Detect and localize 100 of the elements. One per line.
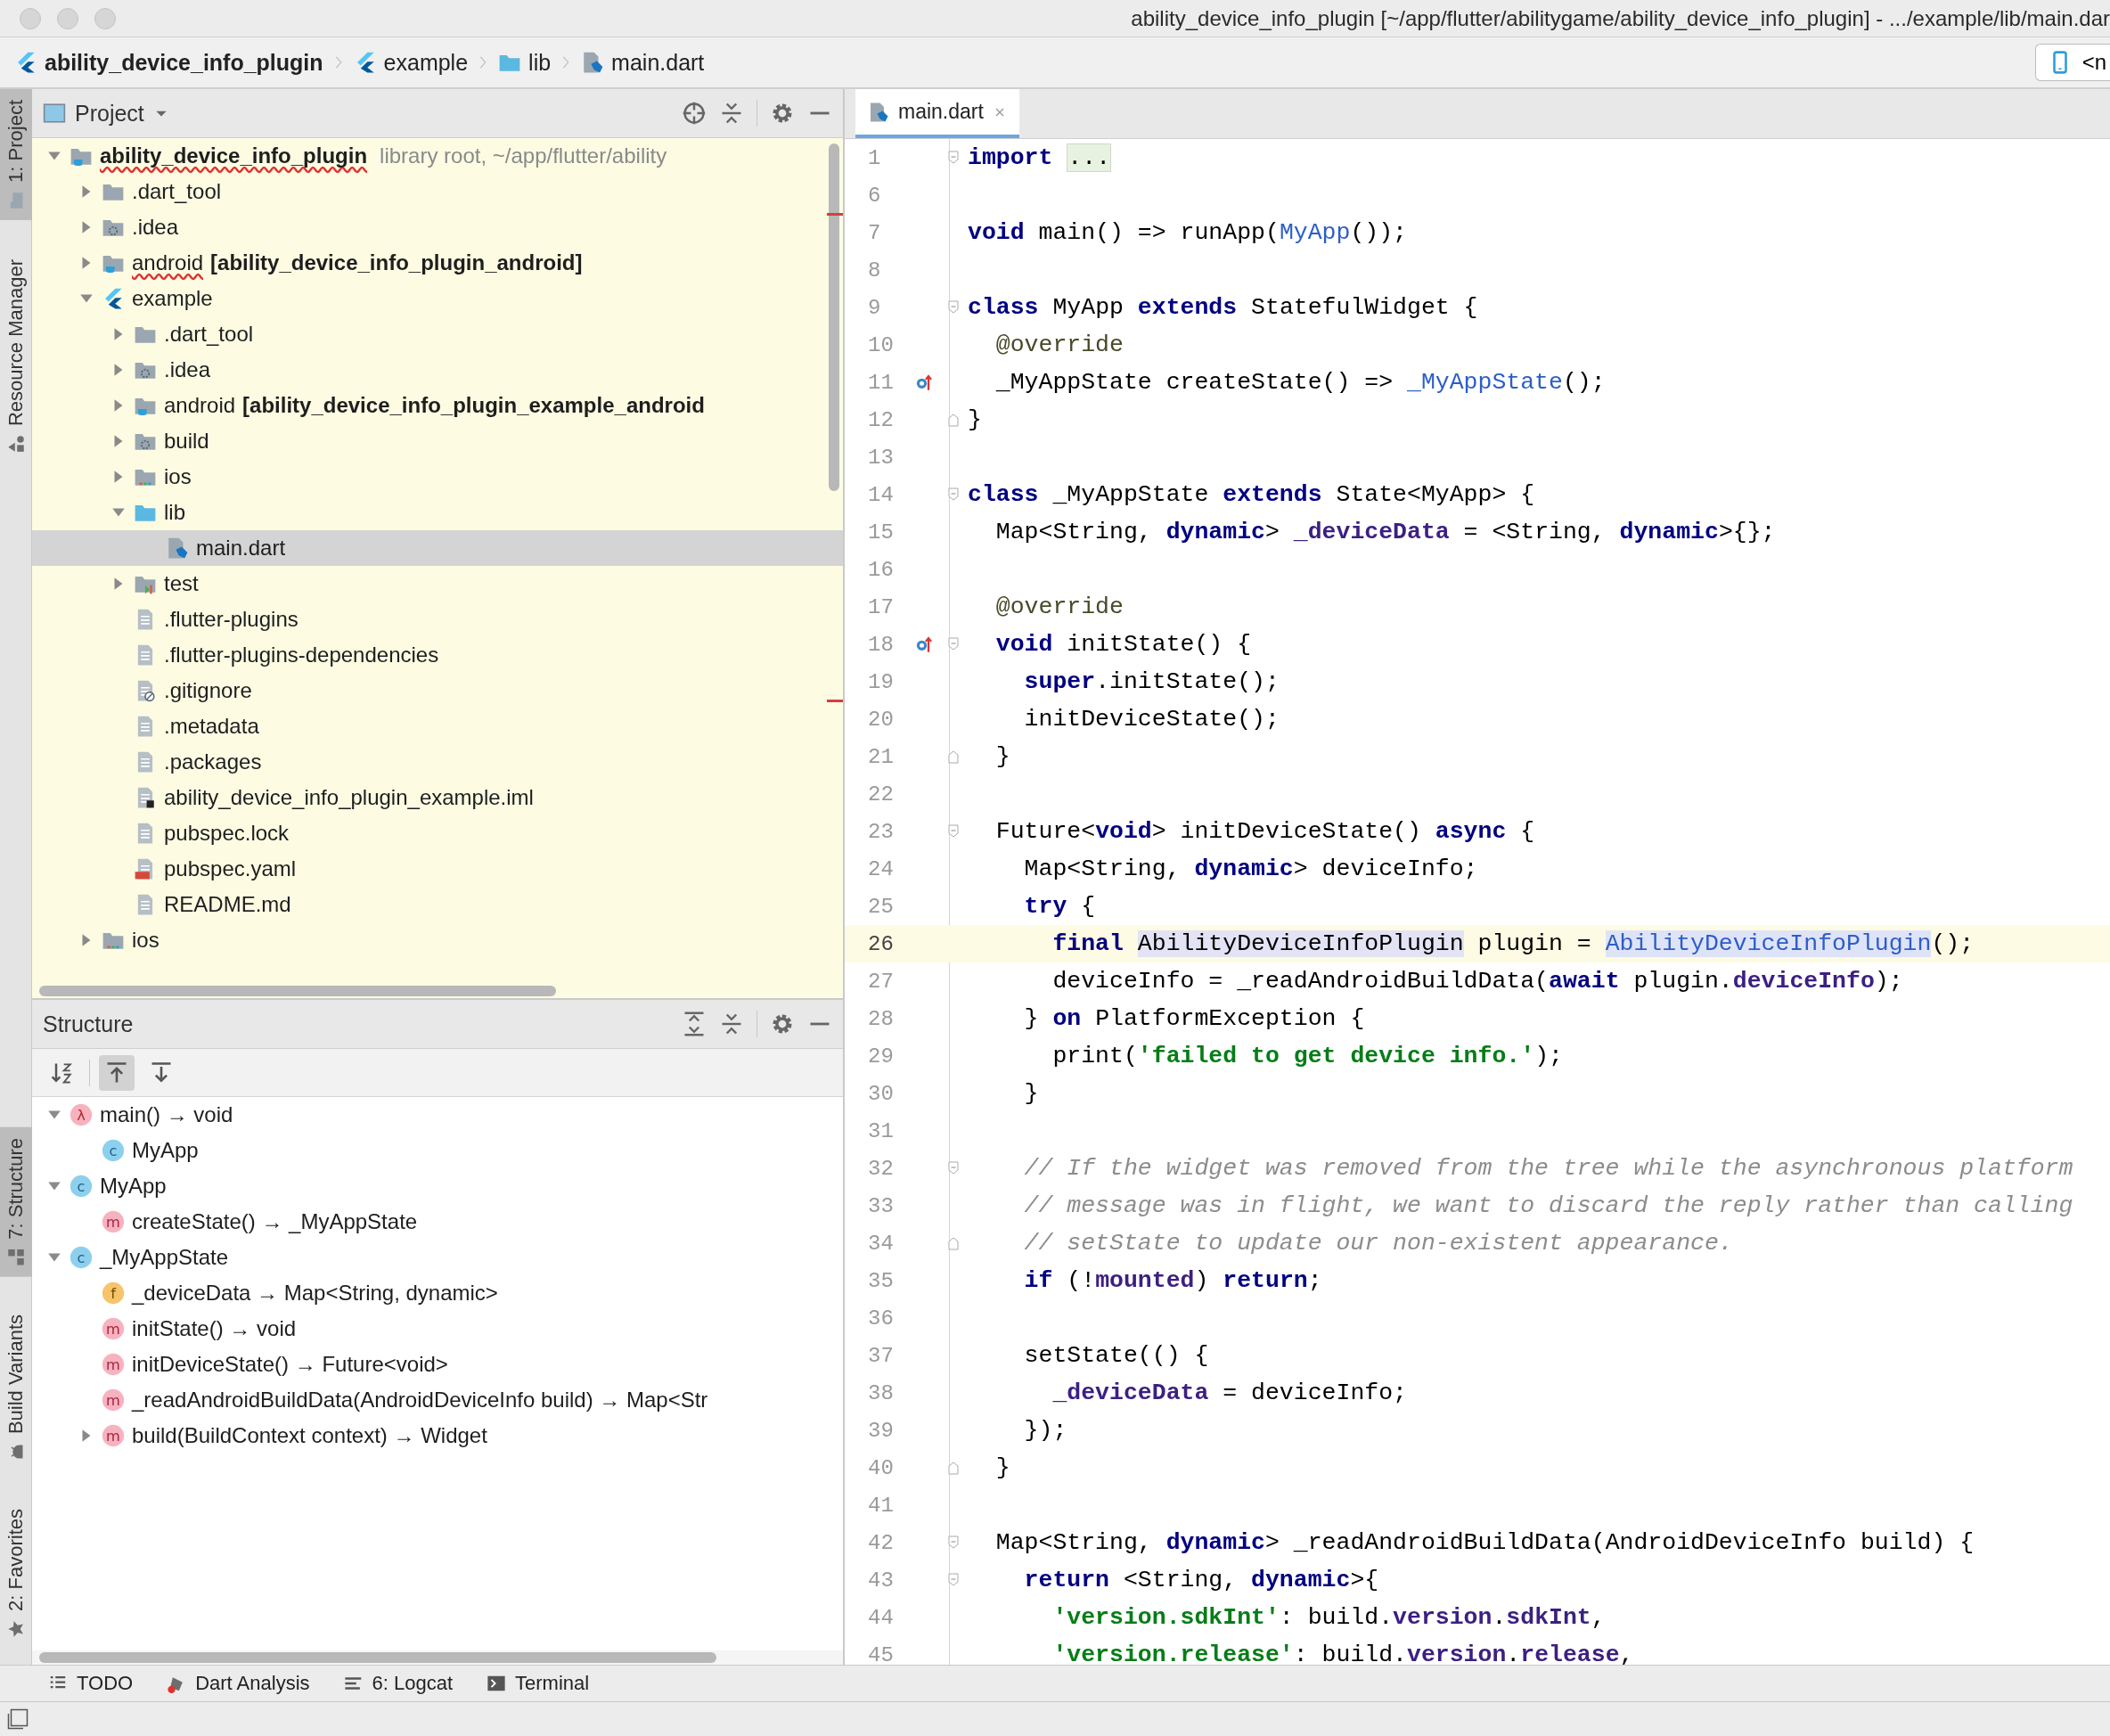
code-line: }	[994, 1453, 1010, 1483]
fold-icon[interactable]	[946, 749, 961, 764]
tool-window-tab[interactable]: 1: Project	[0, 89, 32, 220]
code-line: print('failed to get device info.');	[1051, 1042, 1563, 1071]
editor-tab[interactable]: main.dart	[855, 89, 1019, 138]
breadcrumb[interactable]: lib	[498, 49, 552, 76]
tree-item[interactable]: .dart_tool	[32, 316, 843, 352]
tree-item[interactable]: README.md	[32, 887, 843, 922]
resources-icon	[7, 435, 25, 454]
scrollbar-thumb[interactable]	[829, 143, 839, 491]
line-number: 10	[867, 332, 895, 357]
tree-item[interactable]: example	[32, 281, 843, 316]
file-name: README.md	[164, 892, 291, 917]
tool-window-button[interactable]: Dart Analysis	[167, 1672, 310, 1695]
file-name: example	[132, 286, 213, 311]
method-icon: m	[102, 1317, 125, 1340]
breadcrumb[interactable]: ability_device_info_plugin	[14, 49, 323, 76]
code-line: initDeviceState();	[1023, 705, 1280, 734]
show-inherited-button[interactable]	[99, 1054, 135, 1091]
fold-icon[interactable]	[946, 1161, 961, 1175]
structure-item[interactable]: λ main() → void	[32, 1097, 843, 1133]
tree-item[interactable]: test	[32, 566, 843, 602]
tree-item[interactable]: main.dart	[32, 530, 843, 566]
method-icon: m	[102, 1353, 125, 1376]
tool-window-tab[interactable]: Build Variants	[0, 1303, 32, 1472]
structure-item[interactable]: f _deviceData → Map<String, dynamic>	[32, 1275, 843, 1311]
fold-icon[interactable]	[946, 413, 961, 427]
tree-item[interactable]: ios	[32, 922, 843, 958]
breadcrumb[interactable]: main.dart	[581, 49, 705, 76]
fold-icon[interactable]	[946, 1535, 961, 1550]
tree-item[interactable]: pubspec.yaml	[32, 851, 843, 887]
tree-item[interactable]: android [ability_device_info_plugin_example_android	[32, 388, 843, 423]
scrollbar-thumb[interactable]	[39, 986, 556, 996]
tool-window-button[interactable]: TODO	[48, 1672, 134, 1695]
structure-item[interactable]: m initDeviceState() → Future<void>	[32, 1347, 843, 1382]
device-selector[interactable]: <n	[2034, 44, 2110, 81]
line-number: 40	[867, 1455, 895, 1480]
tree-item[interactable]: .dart_tool	[32, 174, 843, 209]
tool-window-button[interactable]: 6: Logcat	[343, 1672, 454, 1695]
code-line: }	[994, 742, 1010, 772]
tree-item[interactable]: .gitignore	[32, 673, 843, 708]
panel-toggle-icon[interactable]	[7, 1708, 29, 1730]
override-marker-icon[interactable]	[915, 635, 933, 653]
line-number: 31	[867, 1118, 895, 1143]
code-line: }	[968, 405, 982, 435]
tree-item[interactable]: build	[32, 423, 843, 459]
code-line: _MyAppState createState() => _MyAppState();	[994, 368, 1606, 397]
line-number: 45	[867, 1642, 895, 1665]
file-name: android	[132, 250, 204, 275]
tree-item[interactable]: ability_device_info_plugin library root, ~/app/flutter/ability	[32, 138, 843, 174]
symbol-name: createState() → _MyAppState	[132, 1209, 418, 1234]
fold-icon[interactable]	[946, 1236, 961, 1250]
line-number: 21	[867, 744, 895, 769]
structure-item[interactable]: c _MyAppState	[32, 1240, 843, 1275]
structure-item[interactable]: c MyApp	[32, 1168, 843, 1204]
tool-window-tab[interactable]: 7: Structure	[0, 1127, 32, 1277]
fold-icon[interactable]	[946, 300, 961, 315]
code-line: import ...	[968, 143, 1112, 173]
code-line: return <String, dynamic>{	[1023, 1566, 1379, 1595]
tool-window-button[interactable]: Terminal	[487, 1672, 590, 1695]
structure-item[interactable]: c MyApp	[32, 1133, 843, 1168]
line-number: 32	[867, 1156, 895, 1181]
line-number: 18	[867, 632, 895, 657]
tree-item[interactable]: .flutter-plugins	[32, 602, 843, 637]
tree-item[interactable]: .flutter-plugins-dependencies	[32, 637, 843, 673]
tree-item[interactable]: .metadata	[32, 708, 843, 744]
tree-item[interactable]: ios	[32, 459, 843, 495]
fold-icon[interactable]	[946, 1573, 961, 1587]
fold-icon[interactable]	[946, 824, 961, 839]
file-name: ability_device_info_plugin_example.iml	[164, 785, 534, 810]
breadcrumb[interactable]: example	[353, 49, 469, 76]
project-view-selector[interactable]: Project	[43, 100, 169, 127]
tree-item[interactable]: ability_device_info_plugin_example.iml	[32, 780, 843, 815]
tree-item[interactable]: android [ability_device_info_plugin_android]	[32, 245, 843, 281]
tool-window-tab[interactable]: Resource Manager	[0, 248, 32, 464]
fold-icon[interactable]	[946, 151, 961, 165]
structure-item[interactable]: m createState() → _MyAppState	[32, 1204, 843, 1240]
tree-item[interactable]: .packages	[32, 744, 843, 780]
file-name: pubspec.yaml	[164, 856, 297, 881]
structure-item[interactable]: m _readAndroidBuildData(AndroidDeviceInfo build) → Map<Str	[32, 1382, 843, 1418]
tool-window-tab[interactable]: 2: Favorites	[0, 1498, 32, 1649]
fold-icon[interactable]	[946, 637, 961, 651]
scrollbar-thumb[interactable]	[39, 1652, 716, 1663]
line-number: 15	[867, 520, 895, 545]
line-number: 30	[867, 1081, 895, 1106]
line-number: 23	[867, 819, 895, 844]
fold-icon[interactable]	[946, 1461, 961, 1475]
file-name: lib	[164, 500, 185, 525]
fold-icon[interactable]	[946, 487, 961, 502]
structure-item[interactable]: m initState() → void	[32, 1311, 843, 1347]
tree-item[interactable]: .idea	[32, 352, 843, 388]
override-marker-icon[interactable]	[915, 373, 933, 391]
tree-item[interactable]: pubspec.lock	[32, 815, 843, 851]
symbol-name: build(BuildContext context) → Widget	[132, 1423, 487, 1448]
line-number: 41	[867, 1493, 895, 1518]
structure-item[interactable]: m build(BuildContext context) → Widget	[32, 1418, 843, 1453]
tree-item[interactable]: .idea	[32, 209, 843, 245]
locate-icon[interactable]	[682, 101, 707, 126]
tree-item[interactable]: lib	[32, 495, 843, 530]
code-line: try {	[1023, 892, 1096, 921]
